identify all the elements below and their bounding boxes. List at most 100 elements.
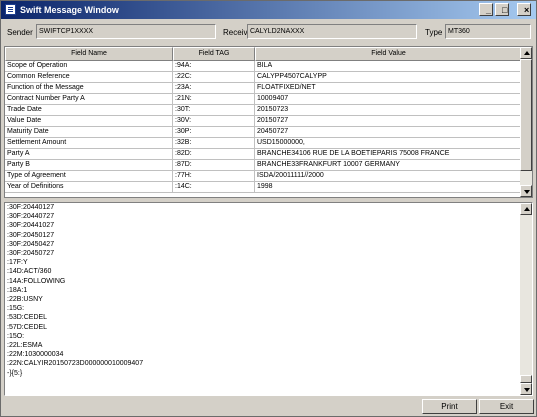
row-field-tag: :21N:: [173, 94, 255, 105]
text-scroll-up-button[interactable]: [520, 203, 532, 215]
row-field-tag: :94A:: [173, 61, 255, 72]
row-field-name: Scope of Operation: [5, 61, 173, 72]
column-header-field-tag[interactable]: Field TAG: [173, 47, 255, 61]
chevron-down-icon: [524, 388, 530, 392]
table-row[interactable]: Party A:82D: BRANCHE34106 RUE DE LA BOETI…: [5, 149, 522, 160]
table-scroll-thumb[interactable]: [520, 59, 532, 171]
chevron-up-icon: [524, 51, 530, 55]
row-field-name: Party B: [5, 160, 173, 171]
row-field-value: USD15000000,: [255, 138, 522, 149]
table-scroll-up-button[interactable]: [520, 47, 532, 59]
table-row[interactable]: Year of Definitions:14C: 1998: [5, 182, 522, 193]
row-field-tag: :23A:: [173, 83, 255, 94]
row-field-tag: :87D:: [173, 160, 255, 171]
row-field-value: ISDA/20011111//2000: [255, 171, 522, 182]
message-line: :22M:1030000034: [7, 351, 64, 359]
row-field-value: CALYPP4507CALYPP: [255, 72, 522, 83]
message-line: :30F:20440727: [7, 213, 55, 221]
table-row[interactable]: Party B:87D: BRANCHE33FRANKFURT 10007 GER…: [5, 160, 522, 171]
text-scroll-down-button[interactable]: [520, 383, 532, 395]
table-vertical-scrollbar[interactable]: [520, 47, 532, 197]
row-field-tag: :30P:: [173, 127, 255, 138]
row-field-name: Value Date: [5, 116, 173, 127]
row-field-tag: :32B:: [173, 138, 255, 149]
message-line: :22N:CALYIR20150723D000000010009407: [7, 360, 144, 368]
message-line: :30F:20441027: [7, 222, 55, 230]
table-row[interactable]: Scope of Operation:94A: BILA: [5, 61, 522, 72]
sender-label: Sender: [7, 28, 33, 37]
window-title: Swift Message Window: [20, 5, 119, 15]
message-line: :17F:Y: [7, 259, 28, 267]
receiver-field[interactable]: CALYLD2NAXXX: [247, 24, 417, 39]
row-field-tag: :77H:: [173, 171, 255, 182]
row-field-value: BRANCHE34106 RUE DE LA BOETIEPARIS 75008…: [255, 149, 522, 160]
maximize-button[interactable]: □: [495, 3, 509, 16]
row-field-name: Function of the Message: [5, 83, 173, 94]
row-field-name: Year of Definitions: [5, 182, 173, 193]
row-field-tag: :22C:: [173, 72, 255, 83]
table-row[interactable]: Type of Agreement:77H: ISDA/20011111//200…: [5, 171, 522, 182]
close-button[interactable]: ×: [517, 3, 531, 16]
message-line: :30F:20440127: [7, 204, 55, 211]
table-row[interactable]: Trade Date:30T: 20150723: [5, 105, 522, 116]
row-field-tag: :82D:: [173, 149, 255, 160]
message-text-area[interactable]: :30F:20440127 :30F:20440727:30F:20441027:…: [4, 202, 533, 396]
table-row[interactable]: Settlement Amount:32B: USD15000000,: [5, 138, 522, 149]
row-field-name: Type of Agreement: [5, 171, 173, 182]
text-scroll-thumb[interactable]: [520, 375, 532, 383]
message-line: :30F:20450427: [7, 240, 55, 248]
message-line: :22L:ESMA: [7, 342, 43, 350]
title-bar[interactable]: Swift Message Window _ □ ×: [1, 1, 536, 19]
message-line: :22B:USNY: [7, 296, 43, 304]
row-field-name: Trade Date: [5, 105, 173, 116]
table-row[interactable]: Common Reference:22C: CALYPP4507CALYPP: [5, 72, 522, 83]
row-field-name: Common Reference: [5, 72, 173, 83]
message-line: :30F:20450127: [7, 231, 55, 239]
text-vertical-scrollbar[interactable]: [520, 203, 532, 395]
message-text: :30F:20440127 :30F:20440727:30F:20441027:…: [7, 203, 144, 378]
type-field[interactable]: MT360: [445, 24, 531, 39]
message-line: :30F:20450727: [7, 250, 55, 258]
row-field-name: Settlement Amount: [5, 138, 173, 149]
row-field-name: Maturity Date: [5, 127, 173, 138]
window-app-icon: [5, 4, 16, 15]
chevron-up-icon: [524, 207, 530, 211]
row-field-name: Party A: [5, 149, 173, 160]
table-row[interactable]: Function of the Message:23A: FLOATFIXED/N…: [5, 83, 522, 94]
row-field-tag: :14C:: [173, 182, 255, 193]
table-scroll-down-button[interactable]: [520, 185, 532, 197]
row-field-value: BRANCHE33FRANKFURT 10007 GERMANY: [255, 160, 522, 171]
message-line: :14D:ACT/360: [7, 268, 52, 276]
row-field-value: BILA: [255, 61, 522, 72]
message-line: :53D:CEDEL: [7, 314, 48, 322]
row-field-value: 20150727: [255, 116, 522, 127]
column-header-field-value[interactable]: Field Value: [255, 47, 522, 61]
print-button[interactable]: Print: [422, 399, 477, 414]
chevron-down-icon: [524, 190, 530, 194]
swift-message-window: Swift Message Window _ □ × Sender SWIFTC…: [0, 0, 537, 417]
message-line: :14A:FOLLOWING: [7, 277, 66, 285]
message-line: :57D:CEDEL: [7, 323, 48, 331]
exit-button[interactable]: Exit: [479, 399, 534, 414]
fields-table: Field Name Field TAG Field Value Scope o…: [4, 46, 533, 198]
sender-field[interactable]: SWIFTCP1XXXX: [36, 24, 216, 39]
table-row[interactable]: Maturity Date:30P: 20450727: [5, 127, 522, 138]
row-field-tag: :30T:: [173, 105, 255, 116]
message-line: :15O:: [7, 332, 25, 340]
row-field-value: 20450727: [255, 127, 522, 138]
row-field-value: FLOATFIXED/NET: [255, 83, 522, 94]
table-row[interactable]: Value Date:30V: 20150727: [5, 116, 522, 127]
message-line: :15G:: [7, 305, 25, 313]
row-field-tag: :30V:: [173, 116, 255, 127]
message-line: -}{5:}: [7, 369, 23, 377]
row-field-name: Contract Number Party A: [5, 94, 173, 105]
column-header-field-name[interactable]: Field Name: [5, 47, 173, 61]
type-label: Type: [425, 28, 443, 37]
table-header: Field Name Field TAG Field Value: [5, 47, 522, 61]
row-field-value: 1998: [255, 182, 522, 193]
message-line: :18A:1: [7, 286, 28, 294]
row-field-value: 20150723: [255, 105, 522, 116]
row-field-value: 10009407: [255, 94, 522, 105]
table-row[interactable]: Contract Number Party A:21N: 10009407: [5, 94, 522, 105]
minimize-button[interactable]: _: [479, 3, 493, 16]
